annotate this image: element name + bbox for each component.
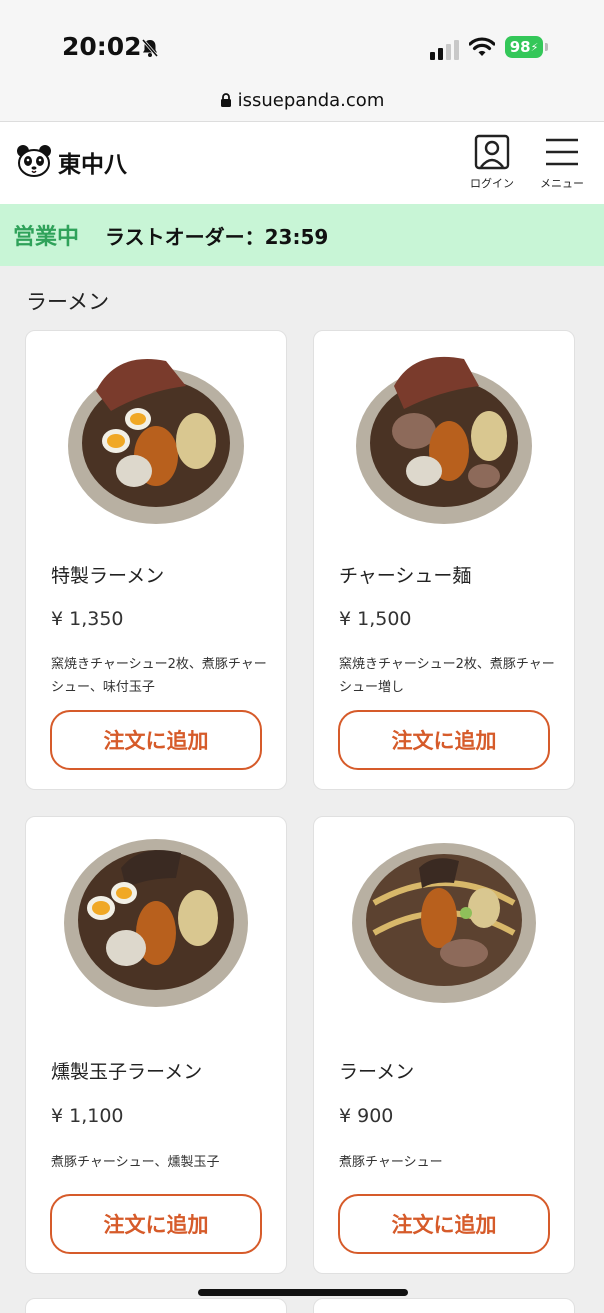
- battery-tip: [545, 43, 548, 51]
- lock-icon: [220, 93, 231, 107]
- menu-grid: 特製ラーメン ¥ 1,350 窯焼きチャーシュー2枚、煮豚チャーシュー、味付玉子…: [0, 330, 604, 1274]
- item-description: 窯焼きチャーシュー2枚、煮豚チャーシュー、味付玉子: [51, 657, 267, 695]
- item-name: ラーメン: [339, 1061, 415, 1083]
- ramen-bowl-image: [64, 839, 248, 1007]
- menu-button[interactable]: メニュー: [540, 134, 584, 191]
- address-bar[interactable]: issuepanda.com: [0, 80, 604, 122]
- battery-indicator: 98 ⚡: [505, 36, 543, 58]
- status-time: 20:02: [62, 32, 142, 61]
- add-to-order-button[interactable]: 注文に追加: [50, 710, 262, 770]
- login-button[interactable]: ログイン: [470, 134, 514, 191]
- user-account-icon: [474, 134, 510, 170]
- ramen-bowl-image: [68, 359, 244, 524]
- item-name: チャーシュー麺: [339, 565, 472, 587]
- store-status-bar: 営業中 ラストオーダー：23:59: [0, 204, 604, 266]
- menu-item-card: 燻製玉子ラーメン ¥ 1,100 煮豚チャーシュー、燻製玉子 注文に追加: [25, 816, 287, 1274]
- battery-level: 98: [509, 38, 531, 56]
- url-text: issuepanda.com: [237, 90, 385, 111]
- site-logo[interactable]: 東中八: [16, 144, 127, 180]
- wifi-icon: [469, 37, 495, 56]
- open-status: 営業中: [13, 225, 80, 250]
- item-price: ¥ 900: [339, 1105, 394, 1127]
- item-price: ¥ 1,500: [339, 608, 412, 630]
- menu-item-card: ラーメン ¥ 900 煮豚チャーシュー 注文に追加: [313, 816, 575, 1274]
- menu-item-card: チャーシュー麺 ¥ 1,500 窯焼きチャーシュー2枚、煮豚チャーシュー増し 注…: [313, 330, 575, 790]
- item-name: 燻製玉子ラーメン: [51, 1061, 203, 1083]
- ramen-bowl-image: [356, 356, 532, 524]
- item-description: 煮豚チャーシュー: [339, 1155, 443, 1170]
- bell-muted-icon: [141, 39, 159, 57]
- add-to-order-button[interactable]: 注文に追加: [50, 1194, 262, 1254]
- item-description: 窯焼きチャーシュー2枚、煮豚チャーシュー増し: [339, 657, 555, 695]
- last-order-time: ラストオーダー：23:59: [105, 224, 329, 249]
- ramen-bowl-image: [352, 843, 536, 1003]
- status-bar: 20:02 98 ⚡: [0, 0, 604, 80]
- menu-item-card: 特製ラーメン ¥ 1,350 窯焼きチャーシュー2枚、煮豚チャーシュー、味付玉子…: [25, 330, 287, 790]
- add-to-order-button[interactable]: 注文に追加: [338, 1194, 550, 1254]
- cellular-signal-icon: [430, 38, 459, 60]
- item-name: 特製ラーメン: [51, 565, 165, 587]
- login-label: ログイン: [470, 177, 514, 190]
- menu-label: メニュー: [540, 177, 584, 190]
- add-to-order-button[interactable]: 注文に追加: [338, 710, 550, 770]
- item-description: 煮豚チャーシュー、燻製玉子: [51, 1155, 220, 1170]
- menu-item-card-partial: [25, 1298, 287, 1313]
- home-indicator[interactable]: [198, 1289, 408, 1296]
- item-price: ¥ 1,100: [51, 1105, 124, 1127]
- section-title: ラーメン: [26, 290, 110, 314]
- item-price: ¥ 1,350: [51, 608, 124, 630]
- menu-item-card-partial: [313, 1298, 575, 1313]
- panda-logo-icon: [17, 145, 51, 177]
- hamburger-menu-icon: [546, 138, 578, 166]
- site-header: 東中八 ログイン メニュー: [0, 122, 604, 204]
- site-name: 東中八: [58, 152, 127, 178]
